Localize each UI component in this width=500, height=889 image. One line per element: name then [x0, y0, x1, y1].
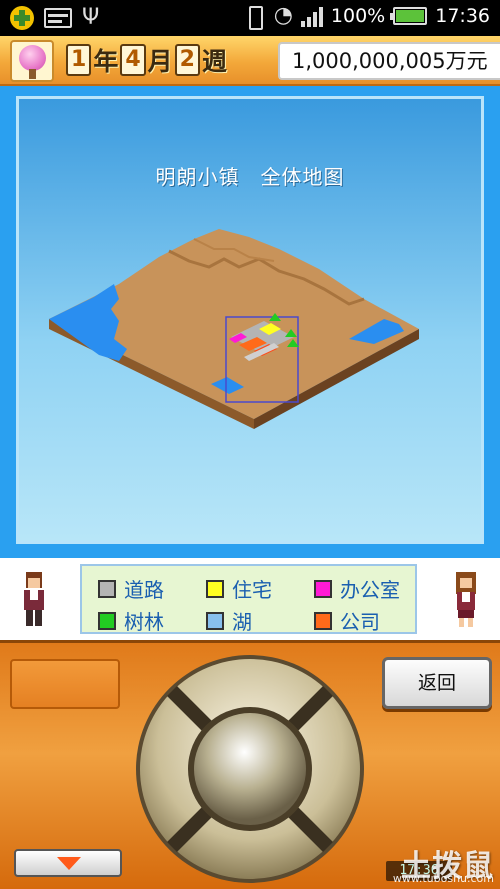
assistant-character-icon — [456, 572, 476, 627]
tree-crown — [19, 45, 46, 71]
secretary-character-icon — [24, 572, 44, 626]
map-frame: 明朗小镇 全体地图 — [0, 86, 500, 558]
legend-label-forest: 树林 — [124, 610, 164, 634]
status-bar: Ψ ◔ 100% 17:36 — [0, 0, 500, 36]
legend-label-office: 办公室 — [340, 578, 400, 602]
status-time: 17:36 — [435, 5, 490, 27]
control-display — [10, 659, 120, 709]
week-number: 2 — [174, 44, 200, 76]
tree-trunk — [29, 69, 36, 79]
menu-down-button[interactable] — [14, 849, 122, 877]
watermark: 土拨鼠 www.tuboshu.com — [382, 841, 494, 885]
legend-item-forest: 树林 — [98, 606, 164, 635]
app-plus-icon — [10, 6, 34, 30]
signal-icon — [300, 5, 323, 27]
usb-icon: Ψ — [82, 5, 100, 30]
legend-label-residence: 住宅 — [232, 578, 272, 602]
residence-swatch — [206, 579, 224, 598]
month-unit: 月 — [147, 47, 173, 76]
cherry-tree-icon[interactable] — [10, 40, 54, 82]
map-legend: 道路 住宅 办公室 树林 湖 公司 — [80, 564, 417, 634]
legend-item-road: 道路 — [98, 574, 164, 603]
year-number: 1 — [66, 44, 92, 76]
legend-label-company: 公司 — [340, 610, 380, 634]
control-panel: 返回 17:36 土拨鼠 www.tuboshu.com — [0, 640, 500, 889]
vibrate-icon — [242, 4, 266, 30]
back-button[interactable]: 返回 — [382, 657, 492, 709]
legend-label-road: 道路 — [124, 578, 164, 602]
legend-item-company: 公司 — [314, 606, 380, 635]
legend-item-lake: 湖 — [206, 606, 252, 635]
map-title: 明朗小镇 全体地图 — [155, 165, 345, 189]
year-unit: 年 — [93, 47, 119, 76]
money-display: 1,000,000,005万元 — [278, 42, 500, 80]
game-date: 1 年 4 月 2 週 — [66, 42, 227, 78]
legend-label-lake: 湖 — [232, 610, 252, 634]
month-number: 4 — [120, 44, 146, 76]
game-top-bar: 1 年 4 月 2 週 1,000,000,005万元 — [0, 36, 500, 86]
wifi-icon: ◔ — [273, 3, 293, 28]
road-swatch — [98, 579, 116, 598]
down-arrow-icon — [57, 857, 81, 870]
lake-west — [49, 284, 127, 361]
battery-icon — [390, 7, 428, 25]
legend-item-office: 办公室 — [314, 574, 400, 603]
lake-swatch — [206, 611, 224, 630]
week-unit: 週 — [201, 47, 227, 76]
directional-pad[interactable] — [132, 651, 368, 887]
watermark-url: www.tuboshu.com — [392, 872, 494, 885]
legend-item-residence: 住宅 — [206, 574, 272, 603]
forest-swatch — [98, 611, 116, 630]
dial-center-button[interactable] — [194, 713, 306, 825]
card-icon — [44, 8, 72, 28]
office-swatch — [314, 579, 332, 598]
battery-percent: 100% — [330, 5, 386, 27]
town-map-panel[interactable]: 明朗小镇 全体地图 — [16, 96, 484, 544]
company-swatch — [314, 611, 332, 630]
legend-strip: 道路 住宅 办公室 树林 湖 公司 — [0, 558, 500, 640]
